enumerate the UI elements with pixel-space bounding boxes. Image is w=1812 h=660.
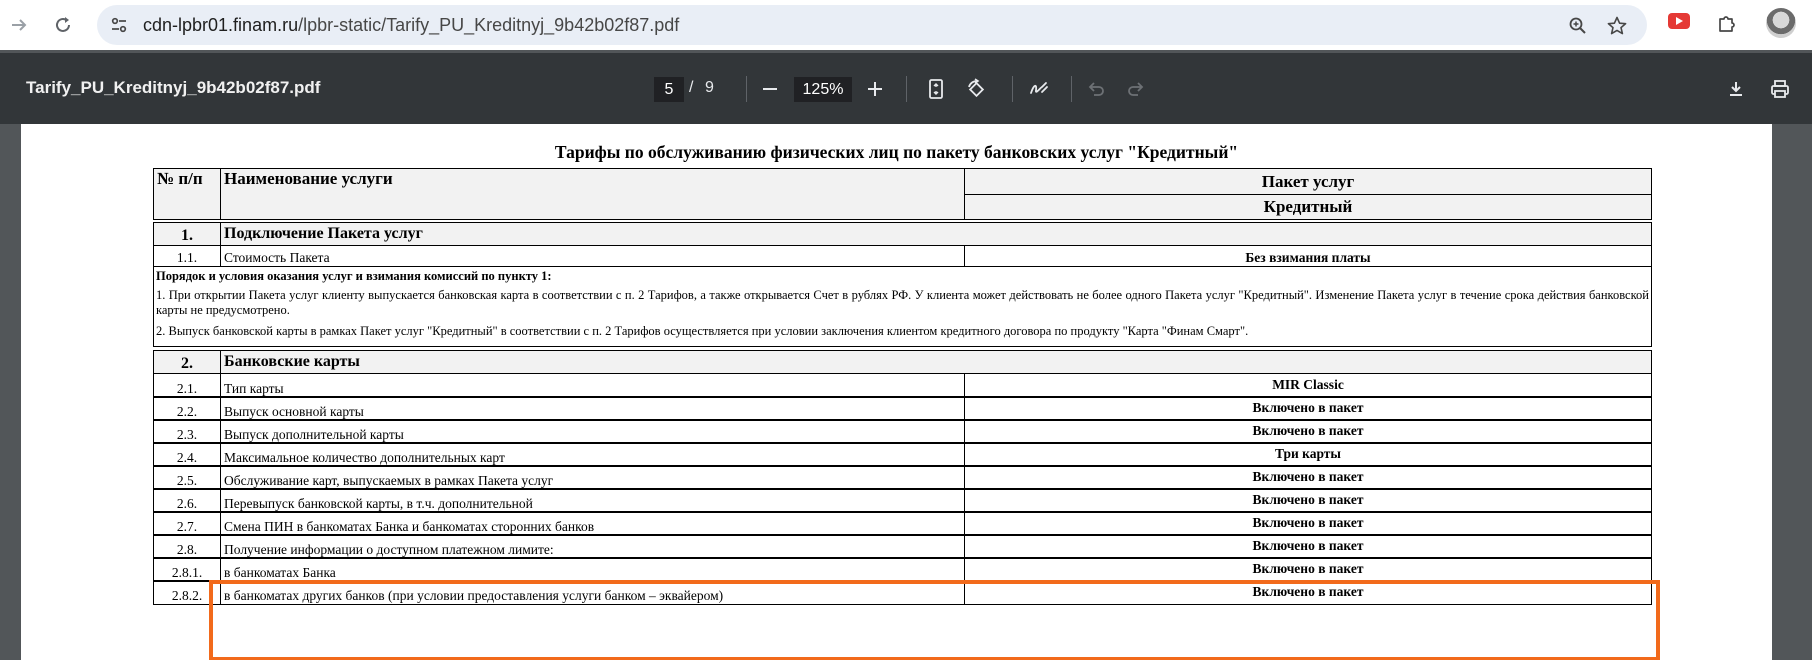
table-row-name: Выпуск основной карты	[220, 396, 965, 421]
table-row-name: Тип карты	[220, 373, 965, 398]
table-row-value: Включено в пакет	[964, 465, 1652, 490]
undo-icon[interactable]	[1083, 76, 1109, 102]
toolbar-divider	[1012, 76, 1013, 102]
rotate-icon[interactable]	[963, 76, 989, 102]
pdf-title: Tarify_PU_Kreditnyj_9b42b02f87.pdf	[26, 78, 321, 97]
table-row-value: MIR Classic	[964, 373, 1652, 398]
site-info-icon[interactable]	[106, 12, 132, 38]
table-row-num: 2.8.	[153, 534, 221, 559]
table-row-num: 2.7.	[153, 511, 221, 536]
table-row-name: в банкоматах Банка	[220, 557, 965, 582]
section-1-title: Подключение Пакета услуг	[220, 222, 1652, 246]
zoom-in-icon[interactable]	[862, 76, 888, 102]
star-icon[interactable]	[1604, 13, 1630, 39]
table-row-name: Обслуживание карт, выпускаемых в рамках …	[220, 465, 965, 490]
address-bar[interactable]: cdn-lpbr01.finam.ru/lpbr-static/Tarify_P…	[97, 5, 1647, 45]
arrow-forward-icon[interactable]	[6, 12, 32, 38]
header-name: Наименование услуги	[220, 168, 965, 220]
table-row-value: Включено в пакет	[964, 488, 1652, 513]
page-separator: /	[689, 79, 694, 96]
page-number-input[interactable]: 5	[654, 77, 684, 102]
table-row-value: Включено в пакет	[964, 419, 1652, 444]
reload-icon[interactable]	[50, 12, 76, 38]
puzzle-icon[interactable]	[1714, 10, 1740, 36]
print-icon[interactable]	[1767, 76, 1793, 102]
pdf-viewer[interactable]: Тарифы по обслуживанию физических лиц по…	[0, 124, 1812, 660]
header-num: № п/п	[153, 168, 221, 220]
annotate-icon[interactable]	[1026, 76, 1052, 102]
table-row-num: 2.4.	[153, 442, 221, 467]
table-row-num: 2.6.	[153, 488, 221, 513]
url-path: /lpbr-static/Tarify_PU_Kreditnyj_9b42b02…	[298, 15, 680, 35]
table-row-value: Три карты	[964, 442, 1652, 467]
section-2-num: 2.	[153, 350, 221, 374]
table-row-num: 2.1.	[153, 373, 221, 398]
table-row-name: Получение информации о доступном платежн…	[220, 534, 965, 559]
redo-icon[interactable]	[1123, 76, 1149, 102]
highlight-box	[209, 580, 1660, 660]
toolbar-divider	[1071, 76, 1072, 102]
url-host: cdn-lpbr01.finam.ru	[143, 15, 299, 35]
zoom-out-icon[interactable]	[757, 76, 783, 102]
section-1-num: 1.	[153, 222, 221, 246]
table-row-value: Включено в пакет	[964, 557, 1652, 582]
avatar[interactable]	[1766, 8, 1796, 38]
table-row-name: Максимальное количество дополнительных к…	[220, 442, 965, 467]
header-package-name: Кредитный	[964, 194, 1652, 220]
youtube-extension-icon[interactable]	[1668, 13, 1690, 29]
section-2-title: Банковские карты	[220, 350, 1652, 374]
row-1-1-num: 1.1.	[153, 245, 221, 267]
note-1: 1. При открытии Пакета услуг клиенту вып…	[156, 288, 1649, 317]
table-row-name: Выпуск дополнительной карты	[220, 419, 965, 444]
table-row-num: 2.8.1.	[153, 557, 221, 582]
browser-bar: cdn-lpbr01.finam.ru/lpbr-static/Tarify_P…	[0, 0, 1812, 50]
pdf-toolbar: Tarify_PU_Kreditnyj_9b42b02f87.pdf 5 / 9…	[0, 53, 1812, 124]
url-text[interactable]: cdn-lpbr01.finam.ru/lpbr-static/Tarify_P…	[143, 15, 679, 36]
document-title: Тарифы по обслуживанию физических лиц по…	[554, 142, 1239, 162]
table-row-value: Включено в пакет	[964, 511, 1652, 536]
section-1-notes: Порядок и условия оказания услуг и взима…	[153, 266, 1652, 347]
table-row-name: Перевыпуск банковской карты, в т.ч. допо…	[220, 488, 965, 513]
fit-page-icon[interactable]	[923, 76, 949, 102]
zoom-level-input[interactable]: 125%	[794, 77, 852, 102]
table-row-name: Смена ПИН в банкоматах Банка и банкомата…	[220, 511, 965, 536]
row-1-1-name: Стоимость Пакета	[220, 245, 965, 267]
notes-title: Порядок и условия оказания услуг и взима…	[156, 269, 552, 283]
download-icon[interactable]	[1723, 76, 1749, 102]
table-row-num: 2.2.	[153, 396, 221, 421]
zoom-icon[interactable]	[1565, 13, 1591, 39]
pdf-page: Тарифы по обслуживанию физических лиц по…	[21, 124, 1772, 660]
table-row-value: Включено в пакет	[964, 534, 1652, 559]
table-row-num: 2.5.	[153, 465, 221, 490]
header-package: Пакет услуг	[964, 168, 1652, 195]
table-row-value: Включено в пакет	[964, 396, 1652, 421]
toolbar-divider	[906, 76, 907, 102]
table-row-num: 2.3.	[153, 419, 221, 444]
note-2: 2. Выпуск банковской карты в рамках Паке…	[156, 324, 1249, 338]
toolbar-divider	[746, 76, 747, 102]
row-1-1-value: Без взимания платы	[964, 245, 1652, 267]
page-total: 9	[705, 79, 714, 96]
